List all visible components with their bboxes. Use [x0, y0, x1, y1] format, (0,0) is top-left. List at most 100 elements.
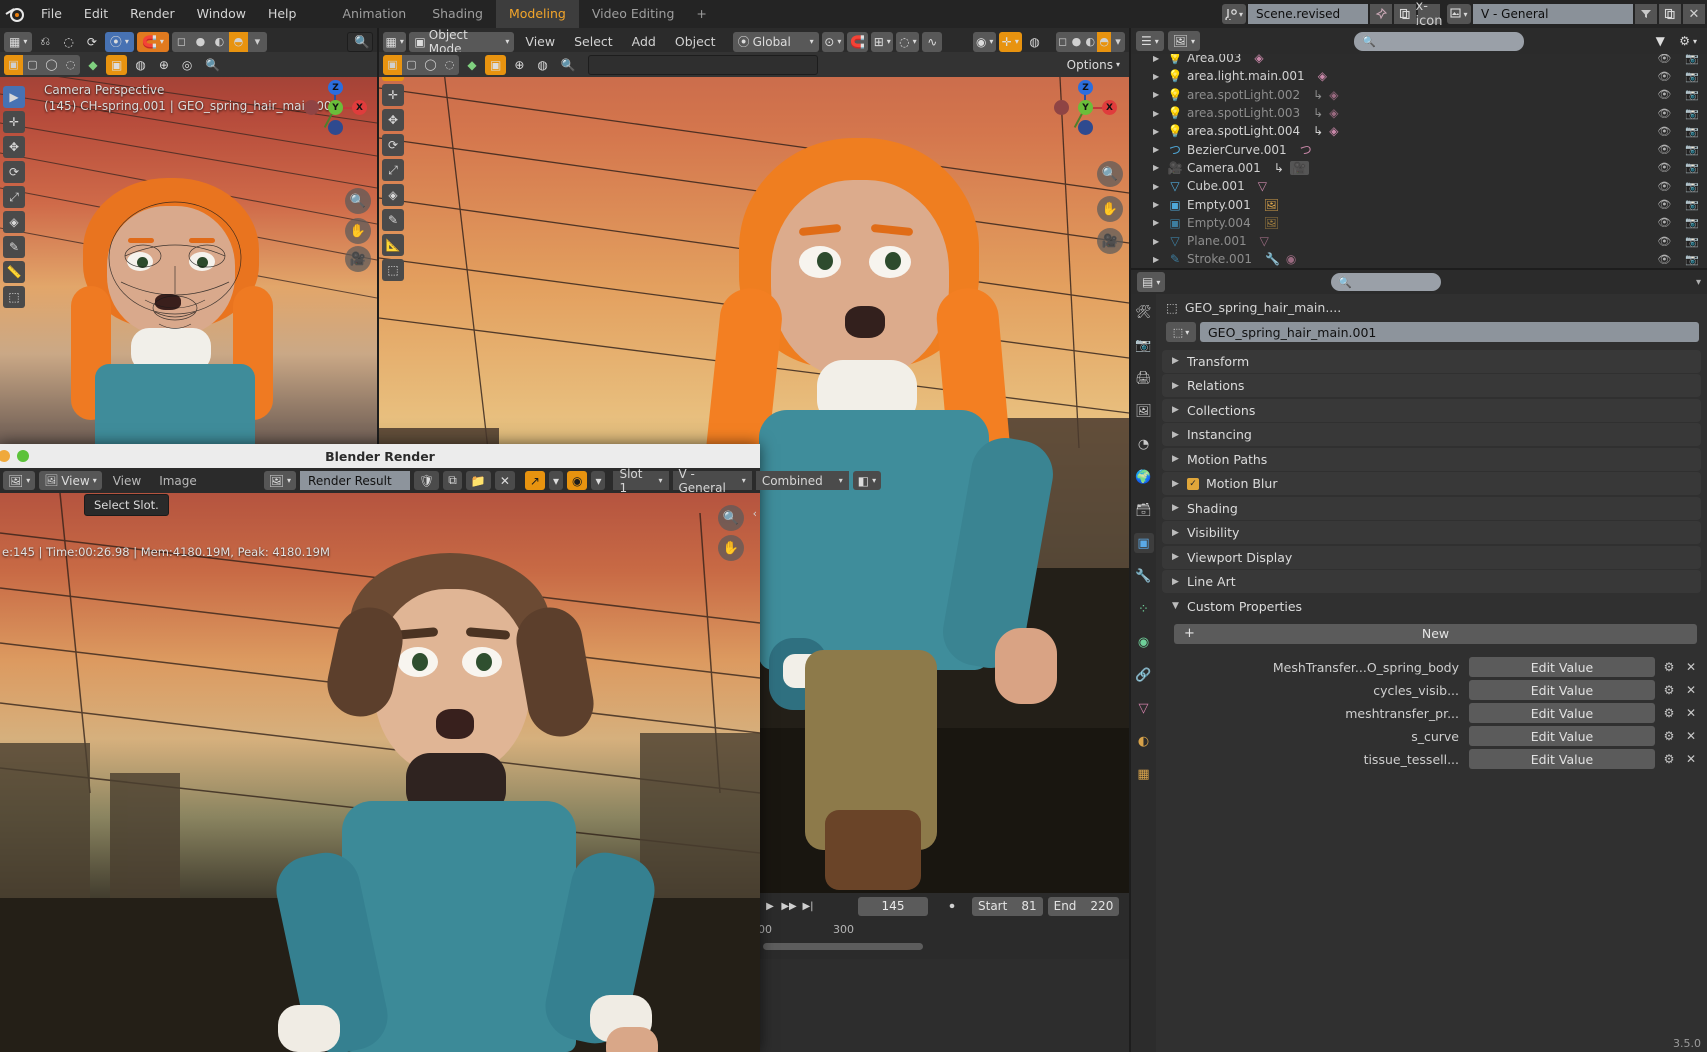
snap-to-icon[interactable]: ⊞ ▾ — [871, 31, 894, 52]
camera-render-icon[interactable]: 📷 — [1685, 253, 1699, 266]
new-collection-icon[interactable]: 🖼 ▾ — [1167, 31, 1201, 51]
tool-transform[interactable]: ◈ — [3, 211, 25, 233]
tool-rotate[interactable]: ⟳ — [382, 134, 404, 156]
wrench-icon[interactable]: 🔧 — [1134, 566, 1154, 586]
image-data-icon[interactable]: 🖼 — [1264, 198, 1279, 212]
sidebar-toggle-icon[interactable]: ‹ — [753, 507, 757, 520]
tool-settings-search-icon[interactable]: 🔍 — [556, 55, 581, 75]
eye-icon[interactable]: 👁 — [1657, 253, 1671, 266]
gizmo-icon[interactable]: ◉ — [566, 471, 588, 490]
light-data-icon[interactable]: ◈ — [1329, 88, 1338, 102]
image-editor-icon[interactable]: 🖼 ▾ — [3, 471, 36, 490]
shading-solid[interactable]: ● — [1069, 32, 1083, 52]
remove-property-icon[interactable]: ✕ — [1683, 752, 1699, 766]
gear-icon[interactable]: ⚙ — [1661, 729, 1677, 743]
expand-triangle-icon[interactable]: ▶ — [1153, 237, 1163, 246]
tool-scale[interactable]: ⤢ — [3, 186, 25, 208]
editor-type-icon[interactable]: ▦ ▾ — [4, 31, 33, 52]
render-menu-view[interactable]: View — [106, 471, 148, 490]
remove-property-icon[interactable]: ✕ — [1683, 706, 1699, 720]
display-channels-icon[interactable]: ◧ ▾ — [852, 471, 882, 490]
pivot-icon[interactable]: ⟳ — [82, 32, 102, 52]
edit-value-button[interactable]: Edit Value — [1469, 657, 1655, 677]
scene-icon[interactable]: ◔ — [1134, 434, 1154, 454]
properties-search-input[interactable]: 🔍 — [1331, 273, 1442, 291]
menu-window[interactable]: Window — [186, 0, 257, 28]
viewport-menu-view[interactable]: View — [517, 28, 563, 55]
pan-icon[interactable]: ✋ — [345, 218, 371, 244]
expand-triangle-icon[interactable]: ▶ — [1153, 200, 1163, 209]
zoom-icon[interactable]: 🔍 — [345, 188, 371, 214]
filter-icon[interactable]: ▼ — [1650, 31, 1670, 51]
outliner-item-empty-001[interactable]: ▶ ▣ Empty.001 🖼 👁 📷 — [1131, 195, 1707, 213]
next-keyframe-icon[interactable]: ▶| — [801, 897, 815, 915]
images-icon[interactable]: 🖼 — [1134, 401, 1154, 421]
scene-icon[interactable]: ▾ — [1222, 4, 1246, 24]
expand-triangle-icon[interactable]: ▶ — [1153, 218, 1163, 227]
editor-type-icon[interactable]: ▦ ▾ — [383, 31, 407, 52]
tool-select-box[interactable]: ▶ — [3, 86, 25, 108]
play-icon[interactable]: ▶ — [763, 897, 777, 915]
camera-render-icon[interactable]: 📷 — [1685, 70, 1699, 83]
gizmo-axis-x[interactable]: X — [352, 100, 367, 115]
camera-render-icon[interactable]: 📷 — [1685, 88, 1699, 101]
object-browse-icon[interactable]: ⬚ ▾ — [1166, 322, 1196, 342]
object-mode-dropdown[interactable]: ▣ Object Mode ▾ — [409, 28, 515, 56]
physics-icon[interactable]: ◉ — [1134, 632, 1154, 652]
menu-help[interactable]: Help — [257, 0, 308, 28]
transform-orientation-dropdown[interactable]: ⦿ Global ▾ — [732, 31, 819, 52]
gear-icon[interactable]: ⚙ — [1661, 706, 1677, 720]
copy-icon[interactable]: ⧉ — [443, 471, 462, 490]
panel-relations[interactable]: ▶ Relations — [1162, 374, 1701, 397]
falloff-icon[interactable]: ∿ — [922, 31, 943, 52]
orientation-icon[interactable]: ⦿ ▾ — [104, 31, 134, 52]
panel-collections[interactable]: ▶ Collections — [1162, 398, 1701, 422]
viewport-search-icon[interactable]: 🔍 — [200, 55, 225, 75]
filter-icon[interactable] — [1635, 4, 1657, 24]
remove-property-icon[interactable]: ✕ — [1683, 729, 1699, 743]
outliner-item-plane-001[interactable]: ▶ ▽ Plane.001 ▽ 👁 📷 — [1131, 232, 1707, 250]
edit-value-button[interactable]: Edit Value — [1469, 680, 1655, 700]
object-square-icon[interactable]: ▣ — [1133, 533, 1154, 553]
camera-render-icon[interactable]: 📷 — [1685, 54, 1699, 65]
snap-icon[interactable]: ⎌ — [35, 32, 55, 52]
navigation-gizmo-right[interactable]: Y X Z — [1054, 80, 1117, 136]
render-menu-image[interactable]: Image — [152, 471, 204, 490]
expand-triangle-icon[interactable]: ▶ — [1153, 90, 1163, 99]
particles-icon[interactable]: ⁘ — [1134, 599, 1154, 619]
object-name-field[interactable]: GEO_spring_hair_main.001 — [1200, 322, 1699, 342]
overlay-toggle-icon[interactable]: ▣ — [106, 54, 128, 75]
menu-render[interactable]: Render — [119, 0, 186, 28]
gizmo-r-axis-neg-z[interactable] — [1078, 120, 1093, 135]
render-icon[interactable]: 📷 — [1134, 335, 1154, 355]
printer-icon[interactable]: 🖨 — [1134, 368, 1154, 388]
xray-icon[interactable]: ◍ — [130, 55, 150, 75]
gizmo-axis-neg-z[interactable] — [328, 120, 343, 135]
tool-annotate[interactable]: ✎ — [3, 236, 25, 258]
gizmo-r-axis-neg-x[interactable] — [1054, 100, 1069, 115]
mesh-data-icon[interactable]: ▽ — [1134, 698, 1154, 718]
camera-render-icon[interactable]: 📷 — [1685, 180, 1699, 193]
menu-edit[interactable]: Edit — [73, 0, 119, 28]
gear-icon[interactable]: ⚙ — [1661, 683, 1677, 697]
tool-annotate[interactable]: ✎ — [382, 209, 404, 231]
tab-video-editing[interactable]: Video Editing — [579, 0, 688, 28]
gear-icon[interactable]: ⚙ — [1661, 752, 1677, 766]
gizmo-r-axis-x[interactable]: X — [1102, 100, 1117, 115]
remove-view-layer-icon[interactable]: ✕ — [1683, 4, 1705, 24]
expand-triangle-icon[interactable]: ▶ — [1153, 109, 1163, 118]
mode-icon[interactable]: ◆ — [83, 55, 103, 75]
tab-shading[interactable]: Shading — [419, 0, 496, 28]
tool-add-cube[interactable]: ⬚ — [382, 259, 404, 281]
options-dropdown[interactable]: Options ▾ — [1062, 55, 1125, 75]
proportional-edit-icon[interactable]: ◌ — [58, 32, 78, 52]
magnet-icon[interactable]: 🧲 — [847, 31, 868, 52]
eye-icon[interactable]: 👁 — [1657, 161, 1671, 174]
gpencil-data-icon[interactable]: ◉ — [1286, 252, 1296, 266]
curve-data-icon[interactable]: つ — [1300, 141, 1312, 158]
shading-wireframe[interactable]: ◻ — [172, 32, 191, 52]
shading-dropdown[interactable]: ▾ — [1111, 32, 1125, 52]
gizmo-axis-neg-x[interactable] — [304, 100, 319, 115]
eye-icon[interactable]: 👁 — [1657, 143, 1671, 156]
properties-editor-icon[interactable]: ▤ ▾ — [1137, 272, 1166, 292]
